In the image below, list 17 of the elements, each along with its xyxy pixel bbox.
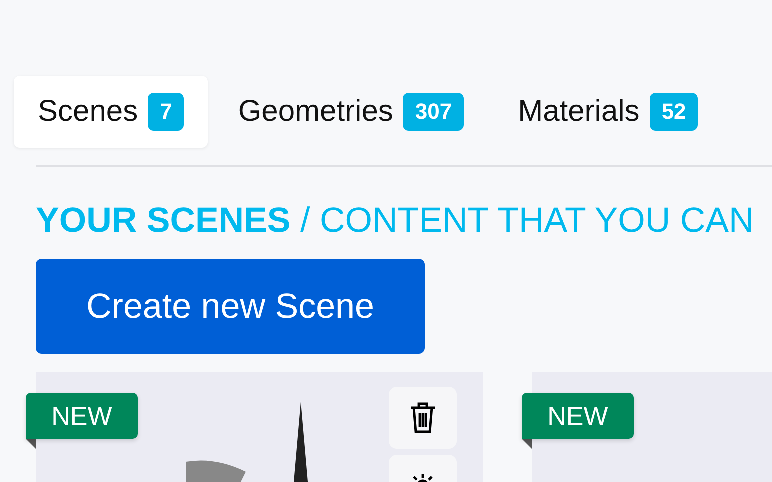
count-badge: 307 [403,93,464,131]
tab[interactable]: Materials 52 [494,76,722,148]
trash-icon [410,402,436,434]
new-badge: NEW [522,393,634,439]
tab-label: Geometries [238,95,394,129]
create-button[interactable]: Create new Scene [36,259,425,354]
count-badge: 7 [148,93,184,131]
section-heading: YOUR SCENES / CONTENT THAT YOU CAN [36,201,756,241]
tab-label: Materials [518,95,640,129]
new-badge: NEW [26,393,138,439]
tab[interactable]: Scenes 7 [14,76,208,148]
scene-card[interactable]: NEW [522,372,772,482]
tab[interactable]: Geometries 307 [214,76,488,148]
tab-label: Scenes [38,95,138,129]
delete-button[interactable] [389,387,457,449]
scene-card[interactable]: NEW [26,372,483,482]
count-badge: 52 [650,93,698,131]
